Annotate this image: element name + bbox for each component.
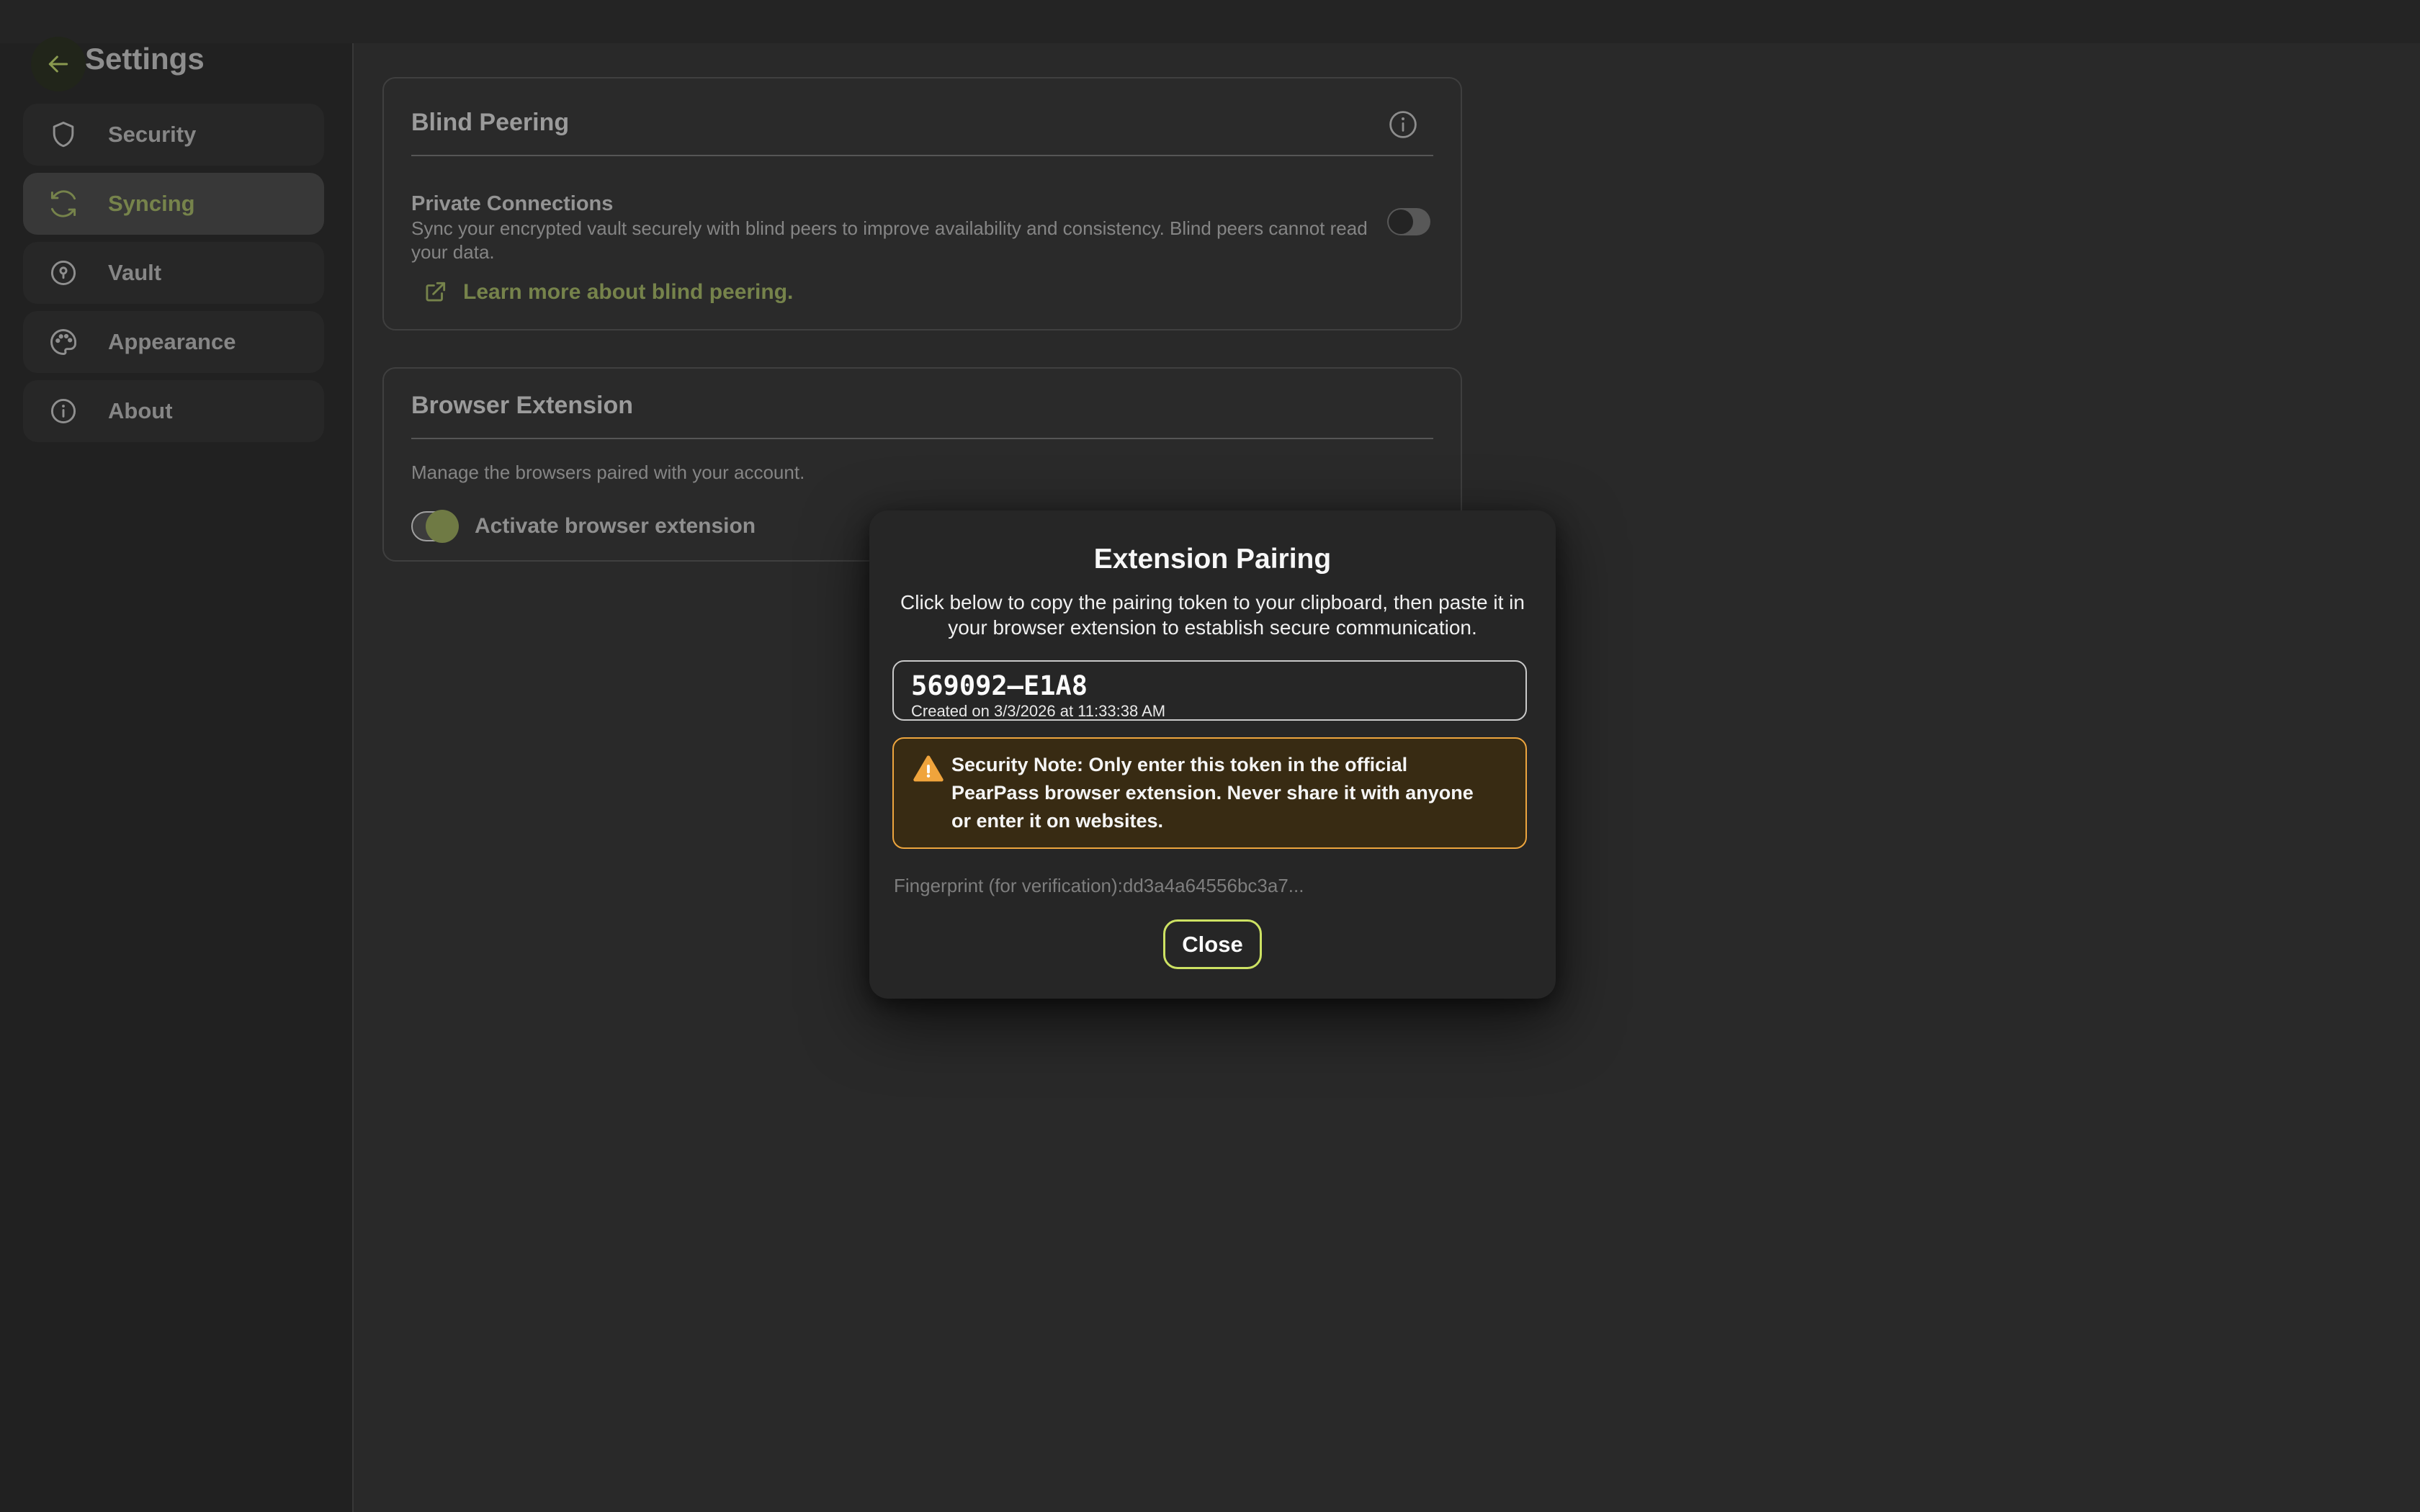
learn-more-link[interactable]: Learn more about blind peering. (421, 279, 793, 306)
blind-peering-card: Blind Peering Private Connections Sync y… (382, 77, 1462, 330)
sidebar-item-vault[interactable]: Vault (23, 242, 324, 304)
modal-title: Extension Pairing (869, 544, 1556, 575)
sidebar-item-appearance[interactable]: Appearance (23, 311, 324, 373)
sidebar-item-label: About (108, 398, 173, 424)
security-note-text: Security Note: Only enter this token in … (951, 751, 1484, 835)
sidebar-nav: Security Syncing Vault Appearance About (23, 104, 324, 449)
sidebar-item-label: Appearance (108, 329, 236, 355)
card-title: Browser Extension (411, 392, 633, 420)
card-title: Blind Peering (411, 109, 569, 137)
vault-keyhole-icon (48, 257, 79, 289)
close-button-label: Close (1182, 932, 1242, 958)
activate-extension-label: Activate browser extension (475, 514, 756, 539)
sidebar-item-label: Syncing (108, 191, 195, 217)
sidebar-item-about[interactable]: About (23, 380, 324, 442)
sidebar-item-syncing[interactable]: Syncing (23, 173, 324, 235)
private-connections-toggle[interactable] (1387, 208, 1430, 235)
back-button[interactable] (31, 37, 86, 91)
page-title: Settings (85, 42, 205, 76)
card-description: Manage the browsers paired with your acc… (411, 461, 1376, 485)
sidebar-item-label: Vault (108, 260, 161, 286)
external-link-icon (421, 279, 449, 306)
info-icon[interactable] (1386, 107, 1420, 142)
activate-extension-row: Activate browser extension (411, 511, 756, 541)
toggle-knob (1389, 210, 1413, 234)
modal-instructions: Click below to copy the pairing token to… (895, 590, 1530, 640)
sync-icon (48, 188, 79, 220)
card-divider (411, 155, 1433, 156)
learn-more-label: Learn more about blind peering. (463, 280, 793, 305)
sidebar-item-label: Security (108, 122, 196, 148)
token-created-timestamp: Created on 3/3/2026 at 11:33:38 AM (911, 702, 1165, 721)
extension-pairing-modal: Extension Pairing Click below to copy th… (869, 510, 1556, 999)
shield-icon (48, 119, 79, 150)
pairing-token-box[interactable]: 569092–E1A8 Created on 3/3/2026 at 11:33… (892, 660, 1527, 721)
window-titlebar (0, 0, 2420, 43)
pairing-token-value: 569092–E1A8 (911, 670, 1088, 701)
sidebar-item-security[interactable]: Security (23, 104, 324, 166)
security-note-box: Security Note: Only enter this token in … (892, 737, 1527, 849)
palette-icon (48, 326, 79, 358)
close-button[interactable]: Close (1163, 919, 1262, 969)
warning-triangle-icon (913, 753, 944, 785)
arrow-left-icon (44, 50, 73, 78)
sidebar-divider (352, 43, 354, 1512)
app-root: Settings Security Syncing Vault Appearan… (0, 0, 2420, 1512)
card-divider (411, 438, 1433, 439)
fingerprint-text: Fingerprint (for verification):dd3a4a645… (894, 875, 1304, 897)
info-icon (48, 395, 79, 427)
activate-extension-toggle[interactable] (411, 511, 456, 541)
setting-description: Sync your encrypted vault securely with … (411, 217, 1376, 264)
setting-label: Private Connections (411, 192, 613, 216)
toggle-knob (426, 510, 459, 543)
